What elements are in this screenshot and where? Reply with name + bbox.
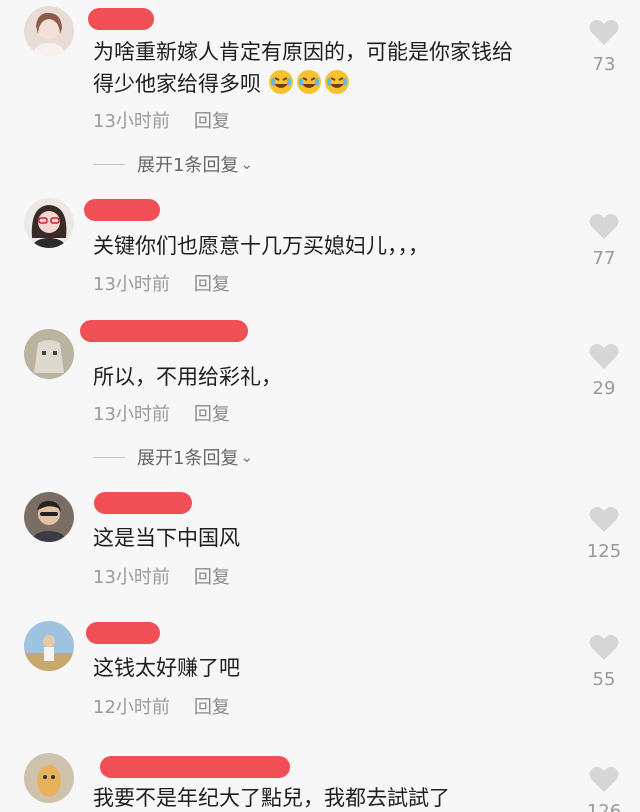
comment-meta: 13小时前 回复	[93, 400, 230, 426]
reply-button[interactable]: 回复	[194, 111, 230, 132]
divider-line	[93, 163, 125, 165]
redaction-mark	[80, 320, 248, 342]
like-count: 125	[586, 541, 622, 562]
timestamp: 13小时前	[93, 404, 170, 425]
expand-replies-button[interactable]: 展开1条回复 ⌄	[93, 444, 253, 470]
redaction-mark	[86, 622, 160, 644]
divider-line	[93, 456, 125, 458]
avatar-image	[24, 621, 74, 671]
heart-icon	[589, 343, 619, 369]
redaction-mark	[84, 199, 160, 221]
comment-meta: 13小时前 回复	[93, 107, 230, 133]
chevron-down-icon: ⌄	[240, 448, 254, 466]
heart-icon	[589, 766, 619, 792]
avatar[interactable]	[24, 6, 74, 56]
comment-text: 这是当下中国风	[93, 526, 240, 550]
like-button[interactable]: 55	[582, 633, 626, 690]
like-button[interactable]: 125	[582, 505, 626, 562]
avatar-image	[24, 329, 74, 379]
like-count: 55	[592, 669, 616, 690]
like-button[interactable]: 77	[582, 212, 626, 269]
timestamp: 13小时前	[93, 111, 170, 132]
heart-icon	[589, 19, 619, 45]
comment-text-line: 得少他家给得多呗	[93, 68, 583, 100]
comment-text-line: 为啥重新嫁人肯定有原因的，可能是你家钱给	[93, 40, 513, 64]
reply-button[interactable]: 回复	[194, 567, 230, 588]
comment-meta: 13小时前 回复	[93, 563, 230, 589]
rolling-laugh-emoji	[324, 70, 349, 94]
avatar-image	[24, 753, 74, 803]
comment-text: 为啥重新嫁人肯定有原因的，可能是你家钱给 得少他家给得多呗	[93, 36, 583, 100]
like-count: 77	[592, 248, 616, 269]
comment-text: 这钱太好赚了吧	[93, 656, 240, 680]
timestamp: 13小时前	[93, 567, 170, 588]
rolling-laugh-emoji	[296, 70, 321, 94]
rolling-laugh-emoji	[268, 70, 293, 94]
avatar[interactable]	[24, 492, 74, 542]
heart-icon	[589, 506, 619, 532]
expand-replies-label: 展开1条回复	[137, 448, 239, 469]
avatar-image	[24, 6, 74, 56]
reply-button[interactable]: 回复	[194, 404, 230, 425]
heart-icon	[589, 213, 619, 239]
reply-button[interactable]: 回复	[194, 697, 230, 718]
redaction-mark	[88, 8, 154, 30]
avatar[interactable]	[24, 753, 74, 803]
avatar-image	[24, 492, 74, 542]
redaction-mark	[94, 492, 192, 514]
like-button[interactable]: 29	[582, 342, 626, 399]
chevron-down-icon: ⌄	[240, 155, 254, 173]
comment-text: 所以，不用给彩礼，	[93, 365, 282, 389]
avatar-image	[24, 198, 74, 248]
like-count: 126	[586, 801, 622, 812]
comment-meta: 12小时前 回复	[93, 693, 230, 719]
like-count: 29	[592, 378, 616, 399]
comment-text: 关键你们也愿意十几万买媳妇儿，，，	[93, 234, 429, 258]
expand-replies-label: 展开1条回复	[137, 155, 239, 176]
like-button[interactable]: 73	[582, 18, 626, 75]
avatar[interactable]	[24, 198, 74, 248]
like-count: 73	[592, 54, 616, 75]
comment-meta: 13小时前 回复	[93, 270, 230, 296]
avatar[interactable]	[24, 621, 74, 671]
like-button[interactable]: 126	[582, 765, 626, 812]
expand-replies-button[interactable]: 展开1条回复 ⌄	[93, 151, 253, 177]
comment-text: 我要不是年纪大了點兒，我都去試試了	[93, 786, 450, 810]
timestamp: 12小时前	[93, 697, 170, 718]
reply-button[interactable]: 回复	[194, 274, 230, 295]
avatar[interactable]	[24, 329, 74, 379]
timestamp: 13小时前	[93, 274, 170, 295]
heart-icon	[589, 634, 619, 660]
redaction-mark	[100, 756, 290, 778]
